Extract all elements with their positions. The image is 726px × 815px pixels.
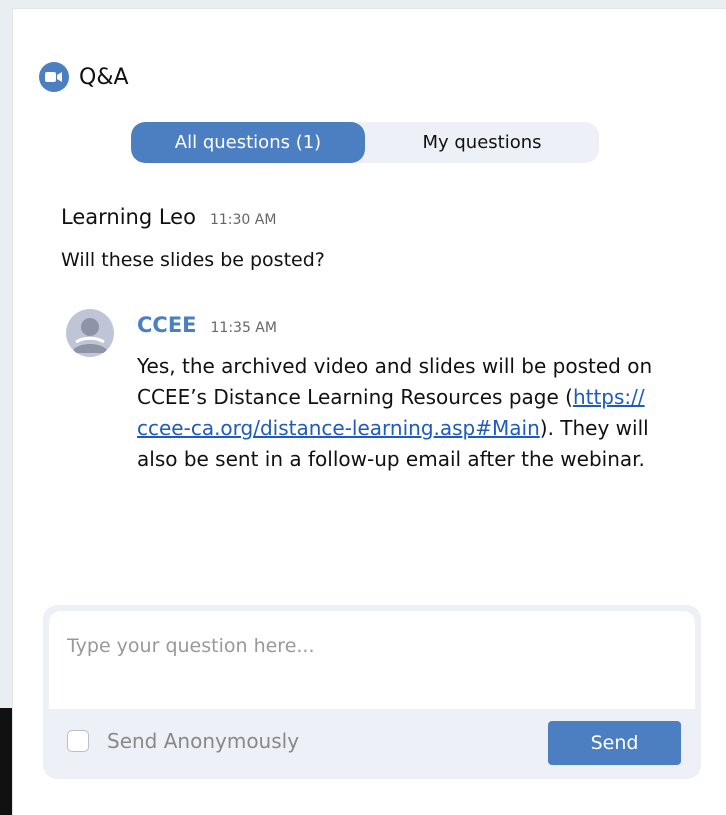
tab-all-questions[interactable]: All questions (1) bbox=[131, 122, 365, 163]
user-silhouette-icon bbox=[72, 318, 108, 353]
answer-text: Yes, the archived video and slides will … bbox=[137, 351, 677, 475]
send-button[interactable]: Send bbox=[548, 721, 681, 765]
question-input[interactable]: Type your question here... bbox=[49, 611, 695, 709]
question-asker: Learning Leo bbox=[61, 205, 196, 229]
question-composer: Type your question here... Send Anonymou… bbox=[43, 605, 701, 779]
background-strip bbox=[0, 0, 12, 815]
question-item: Learning Leo 11:30 AM bbox=[61, 205, 276, 229]
answer-time: 11:35 AM bbox=[210, 320, 277, 336]
answer-item: CCEE 11:35 AM Yes, the archived video an… bbox=[137, 313, 677, 475]
qa-header: Q&A bbox=[39, 61, 129, 93]
avatar bbox=[66, 309, 114, 357]
anonymous-label: Send Anonymously bbox=[107, 729, 300, 753]
question-time: 11:30 AM bbox=[209, 212, 277, 228]
question-tabs: All questions (1) My questions bbox=[131, 122, 599, 163]
question-text: Will these slides be posted? bbox=[61, 249, 325, 271]
answer-author: CCEE bbox=[137, 313, 197, 337]
video-camera-icon bbox=[39, 62, 69, 92]
anonymous-checkbox[interactable] bbox=[67, 730, 89, 752]
page-title: Q&A bbox=[79, 64, 129, 90]
tab-my-questions[interactable]: My questions bbox=[365, 122, 599, 163]
qa-panel: Q&A All questions (1) My questions Learn… bbox=[12, 8, 726, 815]
anonymous-option[interactable]: Send Anonymously bbox=[67, 729, 299, 753]
